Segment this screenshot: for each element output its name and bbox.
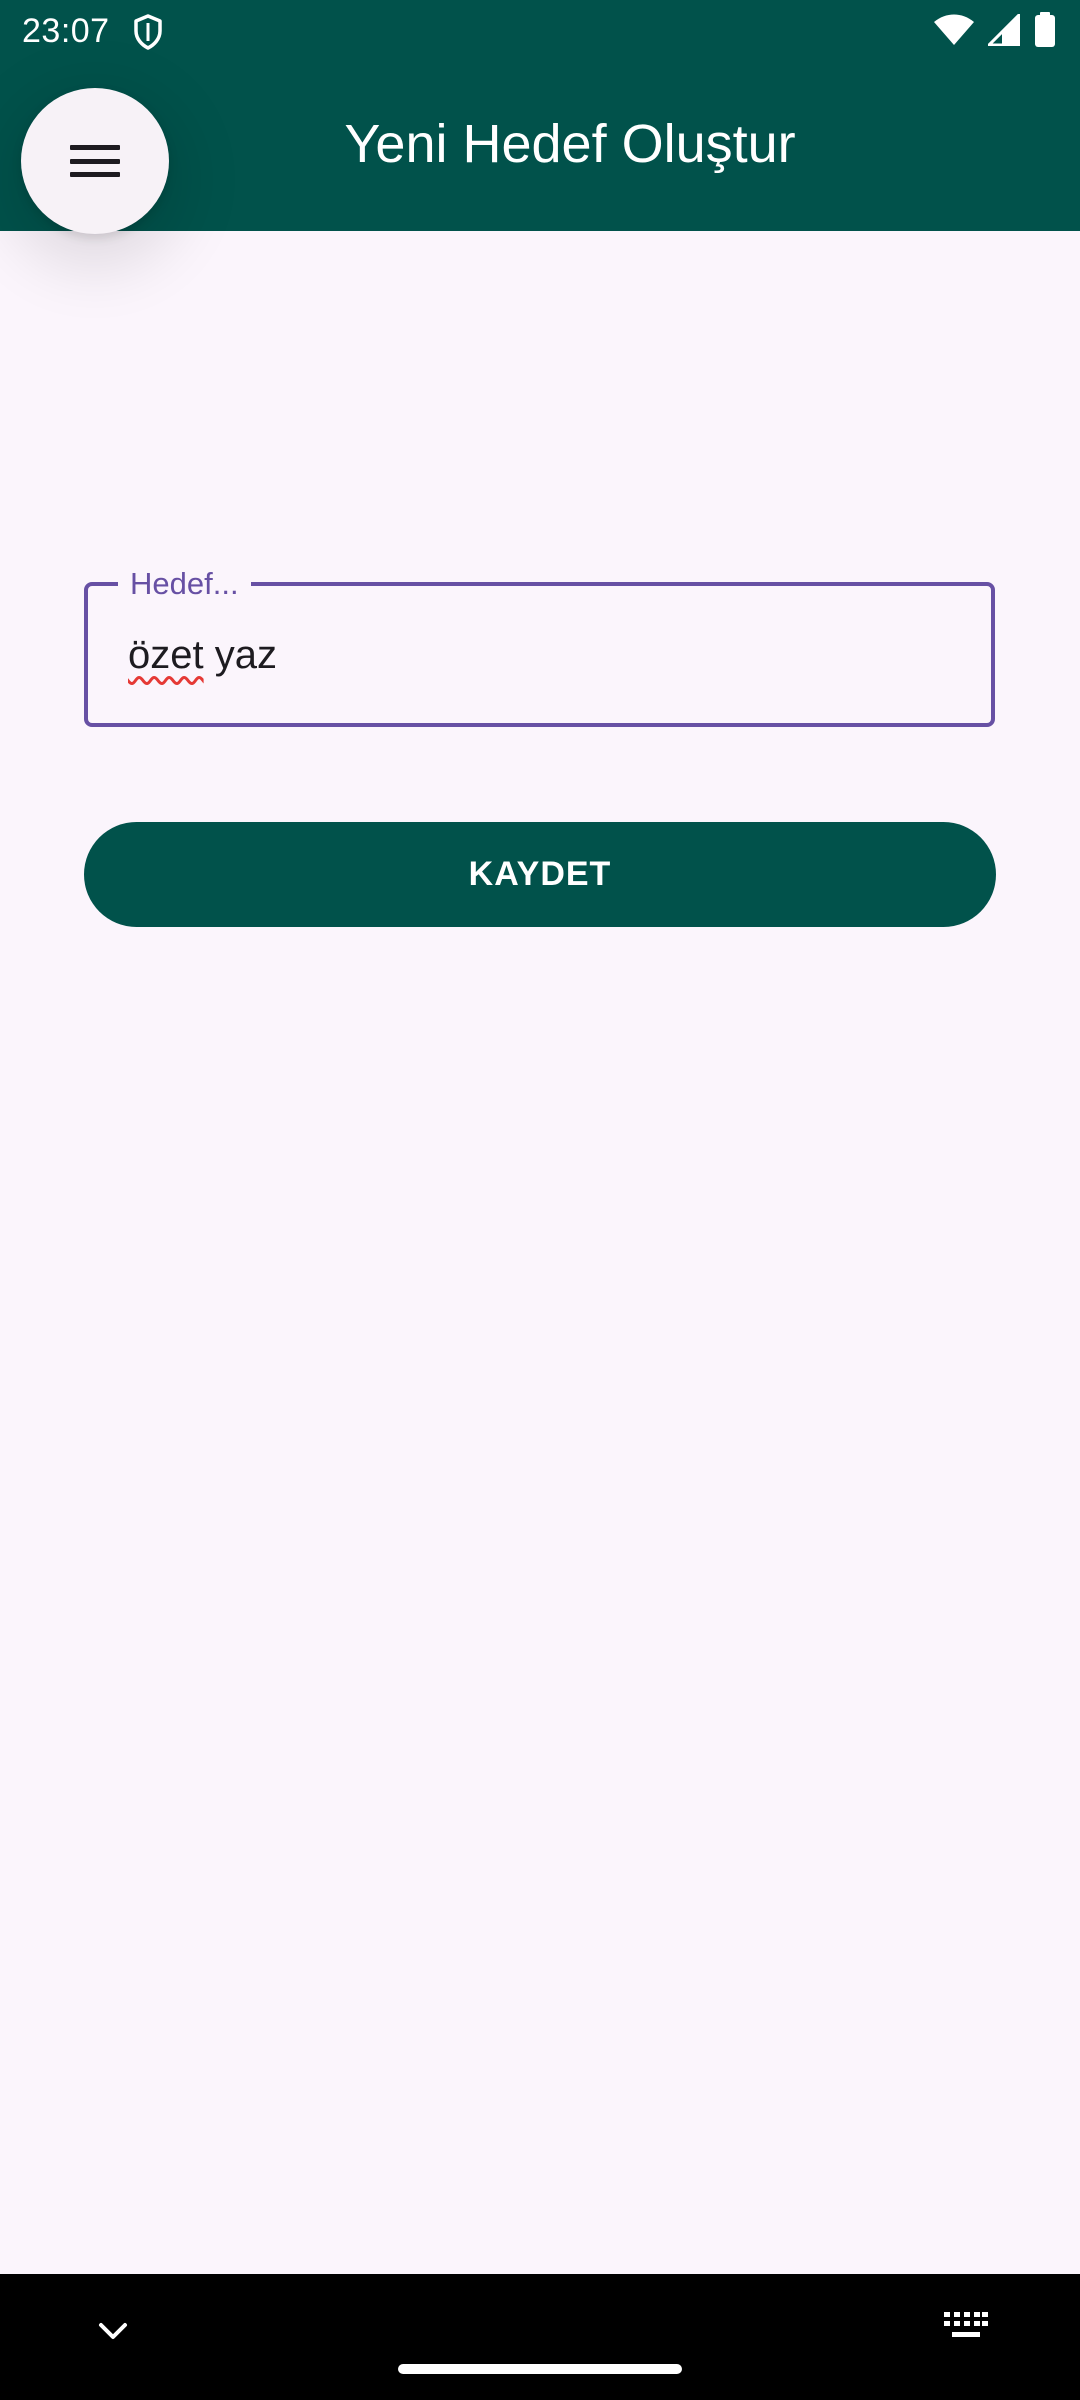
navigation-bar — [0, 2274, 1080, 2400]
shield-icon — [133, 14, 163, 50]
goal-input-label: Hedef... — [118, 566, 251, 602]
signal-icon — [985, 10, 1021, 51]
wifi-icon — [934, 14, 974, 51]
hamburger-menu-icon — [70, 145, 120, 177]
menu-button[interactable] — [21, 88, 169, 234]
battery-icon — [1034, 11, 1056, 53]
chevron-down-icon[interactable] — [96, 2320, 130, 2344]
status-time: 23:07 — [22, 12, 110, 50]
goal-input[interactable]: Hedef... özet yaz — [84, 566, 995, 727]
status-icons — [934, 10, 1056, 53]
misspelled-word: özet — [128, 633, 204, 677]
keyboard-icon[interactable] — [944, 2312, 988, 2342]
goal-input-value[interactable]: özet yaz — [128, 632, 277, 678]
status-bar: 23:07 — [0, 0, 1080, 62]
home-handle[interactable] — [398, 2364, 682, 2374]
goal-input-value-rest: yaz — [203, 633, 277, 677]
save-button[interactable]: KAYDET — [84, 822, 996, 927]
